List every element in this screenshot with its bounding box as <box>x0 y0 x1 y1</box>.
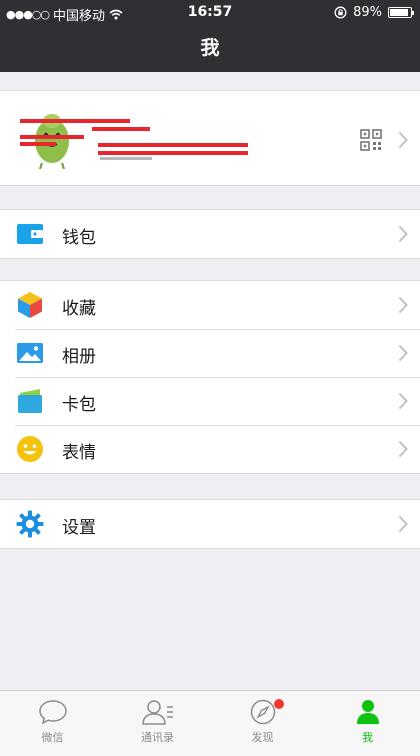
menu-item-favorites[interactable]: 收藏 <box>0 281 420 329</box>
card-pack-icon <box>18 389 42 413</box>
redacted-name <box>20 119 130 123</box>
menu-label-cards: 卡包 <box>62 395 96 415</box>
tab-chats[interactable]: 微信 <box>0 695 105 755</box>
chat-bubble-icon <box>38 700 67 725</box>
menu-label-wallet: 钱包 <box>62 228 96 248</box>
menu-item-wallet[interactable]: 钱包 <box>0 210 420 258</box>
gear-icon <box>16 510 44 538</box>
chevron-right-icon <box>398 344 408 362</box>
qr-code-icon[interactable] <box>360 129 382 151</box>
chevron-right-icon <box>398 131 408 149</box>
person-icon <box>356 700 379 724</box>
menu-item-stickers[interactable]: 表情 <box>0 425 420 473</box>
status-bar: ●●●○○ 中国移动 16:57 89% <box>0 0 420 25</box>
chevron-right-icon <box>398 440 408 458</box>
chevron-right-icon <box>398 515 408 533</box>
compass-icon <box>250 699 275 725</box>
menu-label-settings: 设置 <box>62 518 96 538</box>
menu-label-album: 相册 <box>62 347 96 367</box>
tab-contacts[interactable]: 通讯录 <box>105 695 210 755</box>
settings-group: 设置 <box>0 499 420 549</box>
battery-icon <box>388 7 414 18</box>
smiley-icon <box>17 436 43 462</box>
tab-label-contacts: 通讯录 <box>141 731 174 744</box>
menu-label-stickers: 表情 <box>62 443 96 463</box>
redacted-id <box>98 143 248 147</box>
wallet-group: 钱包 <box>0 209 420 259</box>
chevron-right-icon <box>398 225 408 243</box>
redacted-name <box>92 127 150 131</box>
redacted-id <box>20 142 56 146</box>
favorites-cube-icon <box>18 292 42 318</box>
chevron-right-icon <box>398 392 408 410</box>
tab-me[interactable]: 我 <box>315 695 420 755</box>
tab-label-me: 我 <box>362 731 373 744</box>
page-title: 我 <box>200 37 220 59</box>
chevron-right-icon <box>398 296 408 314</box>
tab-label-chats: 微信 <box>41 731 64 744</box>
tab-label-discover: 发现 <box>251 731 274 744</box>
battery-fill <box>390 9 408 16</box>
wallet-icon <box>17 224 43 244</box>
menu-item-cards[interactable]: 卡包 <box>0 377 420 425</box>
redacted-id-text <box>100 157 152 160</box>
redacted-name <box>20 135 84 139</box>
menu-label-favorites: 收藏 <box>62 299 96 319</box>
tab-bar: 微信 通讯录 发现 我 <box>0 690 420 756</box>
content-group: 收藏 相册 卡包 表情 <box>0 280 420 474</box>
notification-badge <box>274 699 284 709</box>
profile-card[interactable] <box>0 90 420 186</box>
photo-album-icon <box>17 343 43 363</box>
contacts-icon <box>141 700 173 725</box>
menu-item-album[interactable]: 相册 <box>0 329 420 377</box>
nav-bar: 我 <box>0 25 420 72</box>
battery-percent: 89% <box>353 5 382 20</box>
tab-discover[interactable]: 发现 <box>210 695 315 755</box>
redacted-id <box>98 151 248 155</box>
orientation-lock-icon <box>334 6 347 19</box>
menu-item-settings[interactable]: 设置 <box>0 500 420 548</box>
